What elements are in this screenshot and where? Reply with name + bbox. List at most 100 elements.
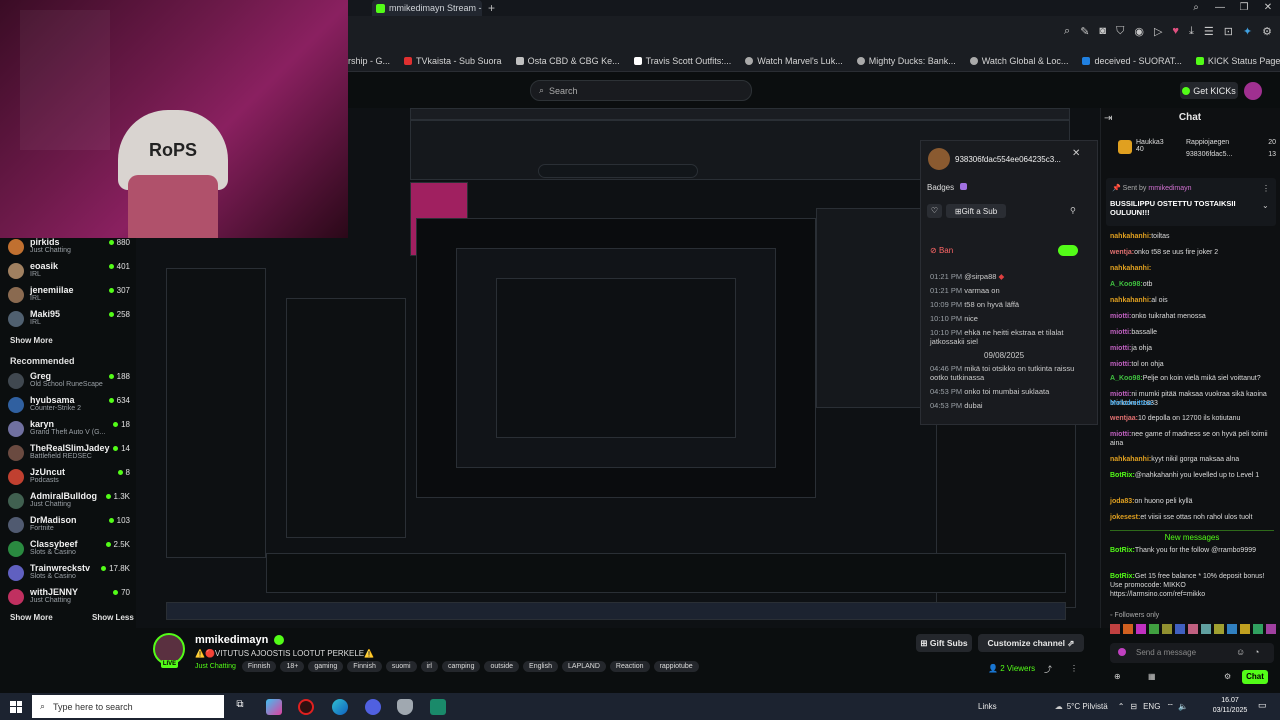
emote-icon[interactable] xyxy=(1110,624,1120,634)
chevron-up-icon[interactable]: ⌃ xyxy=(1118,702,1125,711)
sidebar-channel-pirkids[interactable]: pirkids Just Chatting 880 xyxy=(8,236,130,258)
heart-icon[interactable]: ♥ xyxy=(1172,25,1179,38)
stream-tag[interactable]: Finnish xyxy=(241,661,277,672)
sidebar-channel-hyubsama[interactable]: hyubsama Counter-Strike 2 634 xyxy=(8,394,130,416)
show-more-followed[interactable]: Show More xyxy=(10,336,53,345)
links-toolbar[interactable]: Links xyxy=(978,702,997,711)
network-icon[interactable]: ⊟ xyxy=(1130,702,1137,711)
chat-message[interactable]: miotti:bassalle xyxy=(1110,328,1274,337)
close-window-icon[interactable]: ✕ xyxy=(1256,0,1280,16)
volume-icon[interactable]: 🔈 xyxy=(1178,702,1188,711)
close-icon[interactable]: ✕ xyxy=(1072,148,1080,159)
chat-send-button[interactable]: Chat xyxy=(1242,670,1268,684)
show-less-button[interactable]: Show Less xyxy=(92,613,134,622)
more-options-icon[interactable]: ⋮ xyxy=(1262,184,1270,193)
wifi-icon[interactable]: ⌔ xyxy=(1166,702,1174,712)
channel-name[interactable]: mmikedimayn xyxy=(195,634,268,646)
sidebar-channel-eoasik[interactable]: eoasik IRL 401 xyxy=(8,260,130,282)
search-icon[interactable]: ⌕ xyxy=(1064,25,1070,38)
stream-tag[interactable]: camping xyxy=(442,661,481,672)
start-button[interactable] xyxy=(0,693,32,720)
chat-username[interactable]: BotRix: xyxy=(1110,573,1135,580)
emote-icon[interactable] xyxy=(1227,624,1237,634)
chat-username[interactable]: Mohukeittoo: xyxy=(1110,400,1154,407)
chat-message[interactable]: miotti:onko tuikrahat menossa xyxy=(1110,312,1274,321)
chevron-down-icon[interactable]: ⌄ xyxy=(1262,201,1269,210)
get-kicks-button[interactable]: Get KICKs xyxy=(1180,82,1238,99)
chat-username[interactable]: nahkahanhi: xyxy=(1110,233,1151,240)
chat-message[interactable]: A_Koo98:Pelje on koin vielä mikä siel vo… xyxy=(1110,374,1274,383)
sidebar-channel-classybeef[interactable]: Classybeef Slots & Casino 2.5K xyxy=(8,538,130,560)
extension-icon[interactable]: ✦ xyxy=(1243,25,1252,38)
app-icon[interactable] xyxy=(430,699,446,715)
chat-username[interactable]: jokesest: xyxy=(1110,514,1140,521)
stream-tag[interactable]: Reaction xyxy=(609,661,650,672)
share-icon[interactable]: ⤴ xyxy=(1044,664,1052,675)
edge-icon[interactable] xyxy=(332,699,348,715)
kicks-icon[interactable]: ⊕ xyxy=(1114,672,1121,681)
emote-icon[interactable] xyxy=(1123,624,1133,634)
sidebar-channel-trainwreckstv[interactable]: Trainwreckstv Slots & Casino 17.8K xyxy=(8,562,130,584)
maximize-icon[interactable]: ❐ xyxy=(1232,0,1256,16)
chat-message[interactable]: jokesest:et viisii sse ottas noh rahol u… xyxy=(1110,513,1274,522)
chat-message[interactable]: Mohukeittoo: xyxy=(1110,399,1274,408)
chat-username[interactable]: miotti: xyxy=(1110,361,1131,368)
sidebar-channel-withjenny[interactable]: withJENNY Just Chatting 70 xyxy=(8,586,130,608)
chat-message[interactable]: nahkahanhi:al ois xyxy=(1110,296,1274,305)
opera-gx-icon[interactable] xyxy=(298,699,314,715)
stream-tag[interactable]: LAPLAND xyxy=(562,661,606,672)
chat-message[interactable]: miotti:nee game of madness se on hyvä pe… xyxy=(1110,430,1274,448)
chat-message[interactable]: joda83:on huono peli kyllä xyxy=(1110,497,1274,506)
chat-message[interactable]: wentjaa:10 depolla on 12700 ils kotiutan… xyxy=(1110,414,1274,423)
chat-username[interactable]: BotRix: xyxy=(1110,472,1135,479)
stream-tag[interactable]: suomi xyxy=(385,661,417,672)
play-icon[interactable]: ▷ xyxy=(1154,25,1162,38)
bookmark-4[interactable]: Watch Marvel's Luk... xyxy=(745,56,843,66)
chat-username[interactable]: nahkahanhi: xyxy=(1110,456,1151,463)
sidebar-channel-maki95[interactable]: Maki95 IRL 258 xyxy=(8,308,130,330)
taskbar-search[interactable]: ⌕ Type here to search xyxy=(32,695,224,718)
shield-icon[interactable]: ⛉ xyxy=(1116,25,1124,38)
pin-icon[interactable]: ⚲ xyxy=(1070,206,1076,215)
weather-label[interactable]: 5°C Pilvistä xyxy=(1067,702,1108,711)
bookmark-0[interactable]: rship - G... xyxy=(348,56,390,66)
sidebar-channel-jenemiilae[interactable]: jenemiilae IRL 307 xyxy=(8,284,130,306)
task-view-icon[interactable]: ⧉ xyxy=(232,699,248,715)
bookmark-3[interactable]: Travis Scott Outfits:... xyxy=(633,56,731,66)
chat-message[interactable]: BotRix:Get 15 free balance * 10% deposit… xyxy=(1110,572,1274,599)
record-icon[interactable]: ◉ xyxy=(1134,25,1144,38)
sidebar-channel-jzuncut[interactable]: JzUncut Podcasts 8 xyxy=(8,466,130,488)
stream-tag[interactable]: outside xyxy=(484,661,520,672)
gift-a-sub-button[interactable]: ⊞ Gift a Sub xyxy=(946,204,1006,218)
sidebar-channel-karyn[interactable]: karyn Grand Theft Auto V (G... 18 xyxy=(8,418,130,440)
stream-tag[interactable]: 18+ xyxy=(280,661,305,672)
browser-tab[interactable]: mmikedimayn Stream - xyxy=(372,0,482,16)
bookmark-1[interactable]: TVkaista - Sub Suora xyxy=(404,56,502,66)
chat-message[interactable]: miotti:tol on ohja xyxy=(1110,360,1274,369)
stream-category[interactable]: Just Chatting xyxy=(195,663,236,670)
sidebar-channel-admiralbulldog[interactable]: AdmiralBulldog Just Chatting 1.3K xyxy=(8,490,130,512)
chat-username[interactable]: miotti: xyxy=(1110,345,1131,352)
search-tabs-icon[interactable]: ⌕ xyxy=(1184,0,1208,16)
stream-tag[interactable]: gaming xyxy=(308,661,344,672)
chat-username[interactable]: wentjaa: xyxy=(1110,415,1138,422)
new-messages-divider[interactable]: New messages xyxy=(1110,530,1274,542)
edit-icon[interactable]: ✎ xyxy=(1080,25,1089,38)
sidebar-channel-greg[interactable]: Greg Old School RuneScape 188 xyxy=(8,370,130,392)
chat-message[interactable]: BotRix:@nahkahanhi you levelled up to Le… xyxy=(1110,471,1274,480)
bookmark-7[interactable]: deceived - SUORAT... xyxy=(1082,56,1182,66)
more-options-icon[interactable]: ⋮ xyxy=(1070,664,1078,673)
stream-tag[interactable]: irl xyxy=(420,661,438,672)
chat-username[interactable]: A_Koo98: xyxy=(1110,375,1143,382)
emoji-icon[interactable]: ◔ xyxy=(1254,647,1259,657)
sidebar-channel-drmadison[interactable]: DrMadison Fortnite 103 xyxy=(8,514,130,536)
emote-icon[interactable] xyxy=(1136,624,1146,634)
chat-message[interactable]: nahkahanhi:toiltas xyxy=(1110,232,1274,241)
chat-message[interactable]: miotti:ja ohja xyxy=(1110,344,1274,353)
clock[interactable]: 16.07 03/11/2025 xyxy=(1210,696,1250,716)
chat-username[interactable]: A_Koo98: xyxy=(1110,281,1143,288)
show-more-recommended[interactable]: Show More xyxy=(10,613,53,622)
widget-icon[interactable] xyxy=(266,699,282,715)
customize-channel-button[interactable]: Customize channel ⇗ xyxy=(978,634,1084,652)
chat-message[interactable]: A_Koo98:otb xyxy=(1110,280,1274,289)
